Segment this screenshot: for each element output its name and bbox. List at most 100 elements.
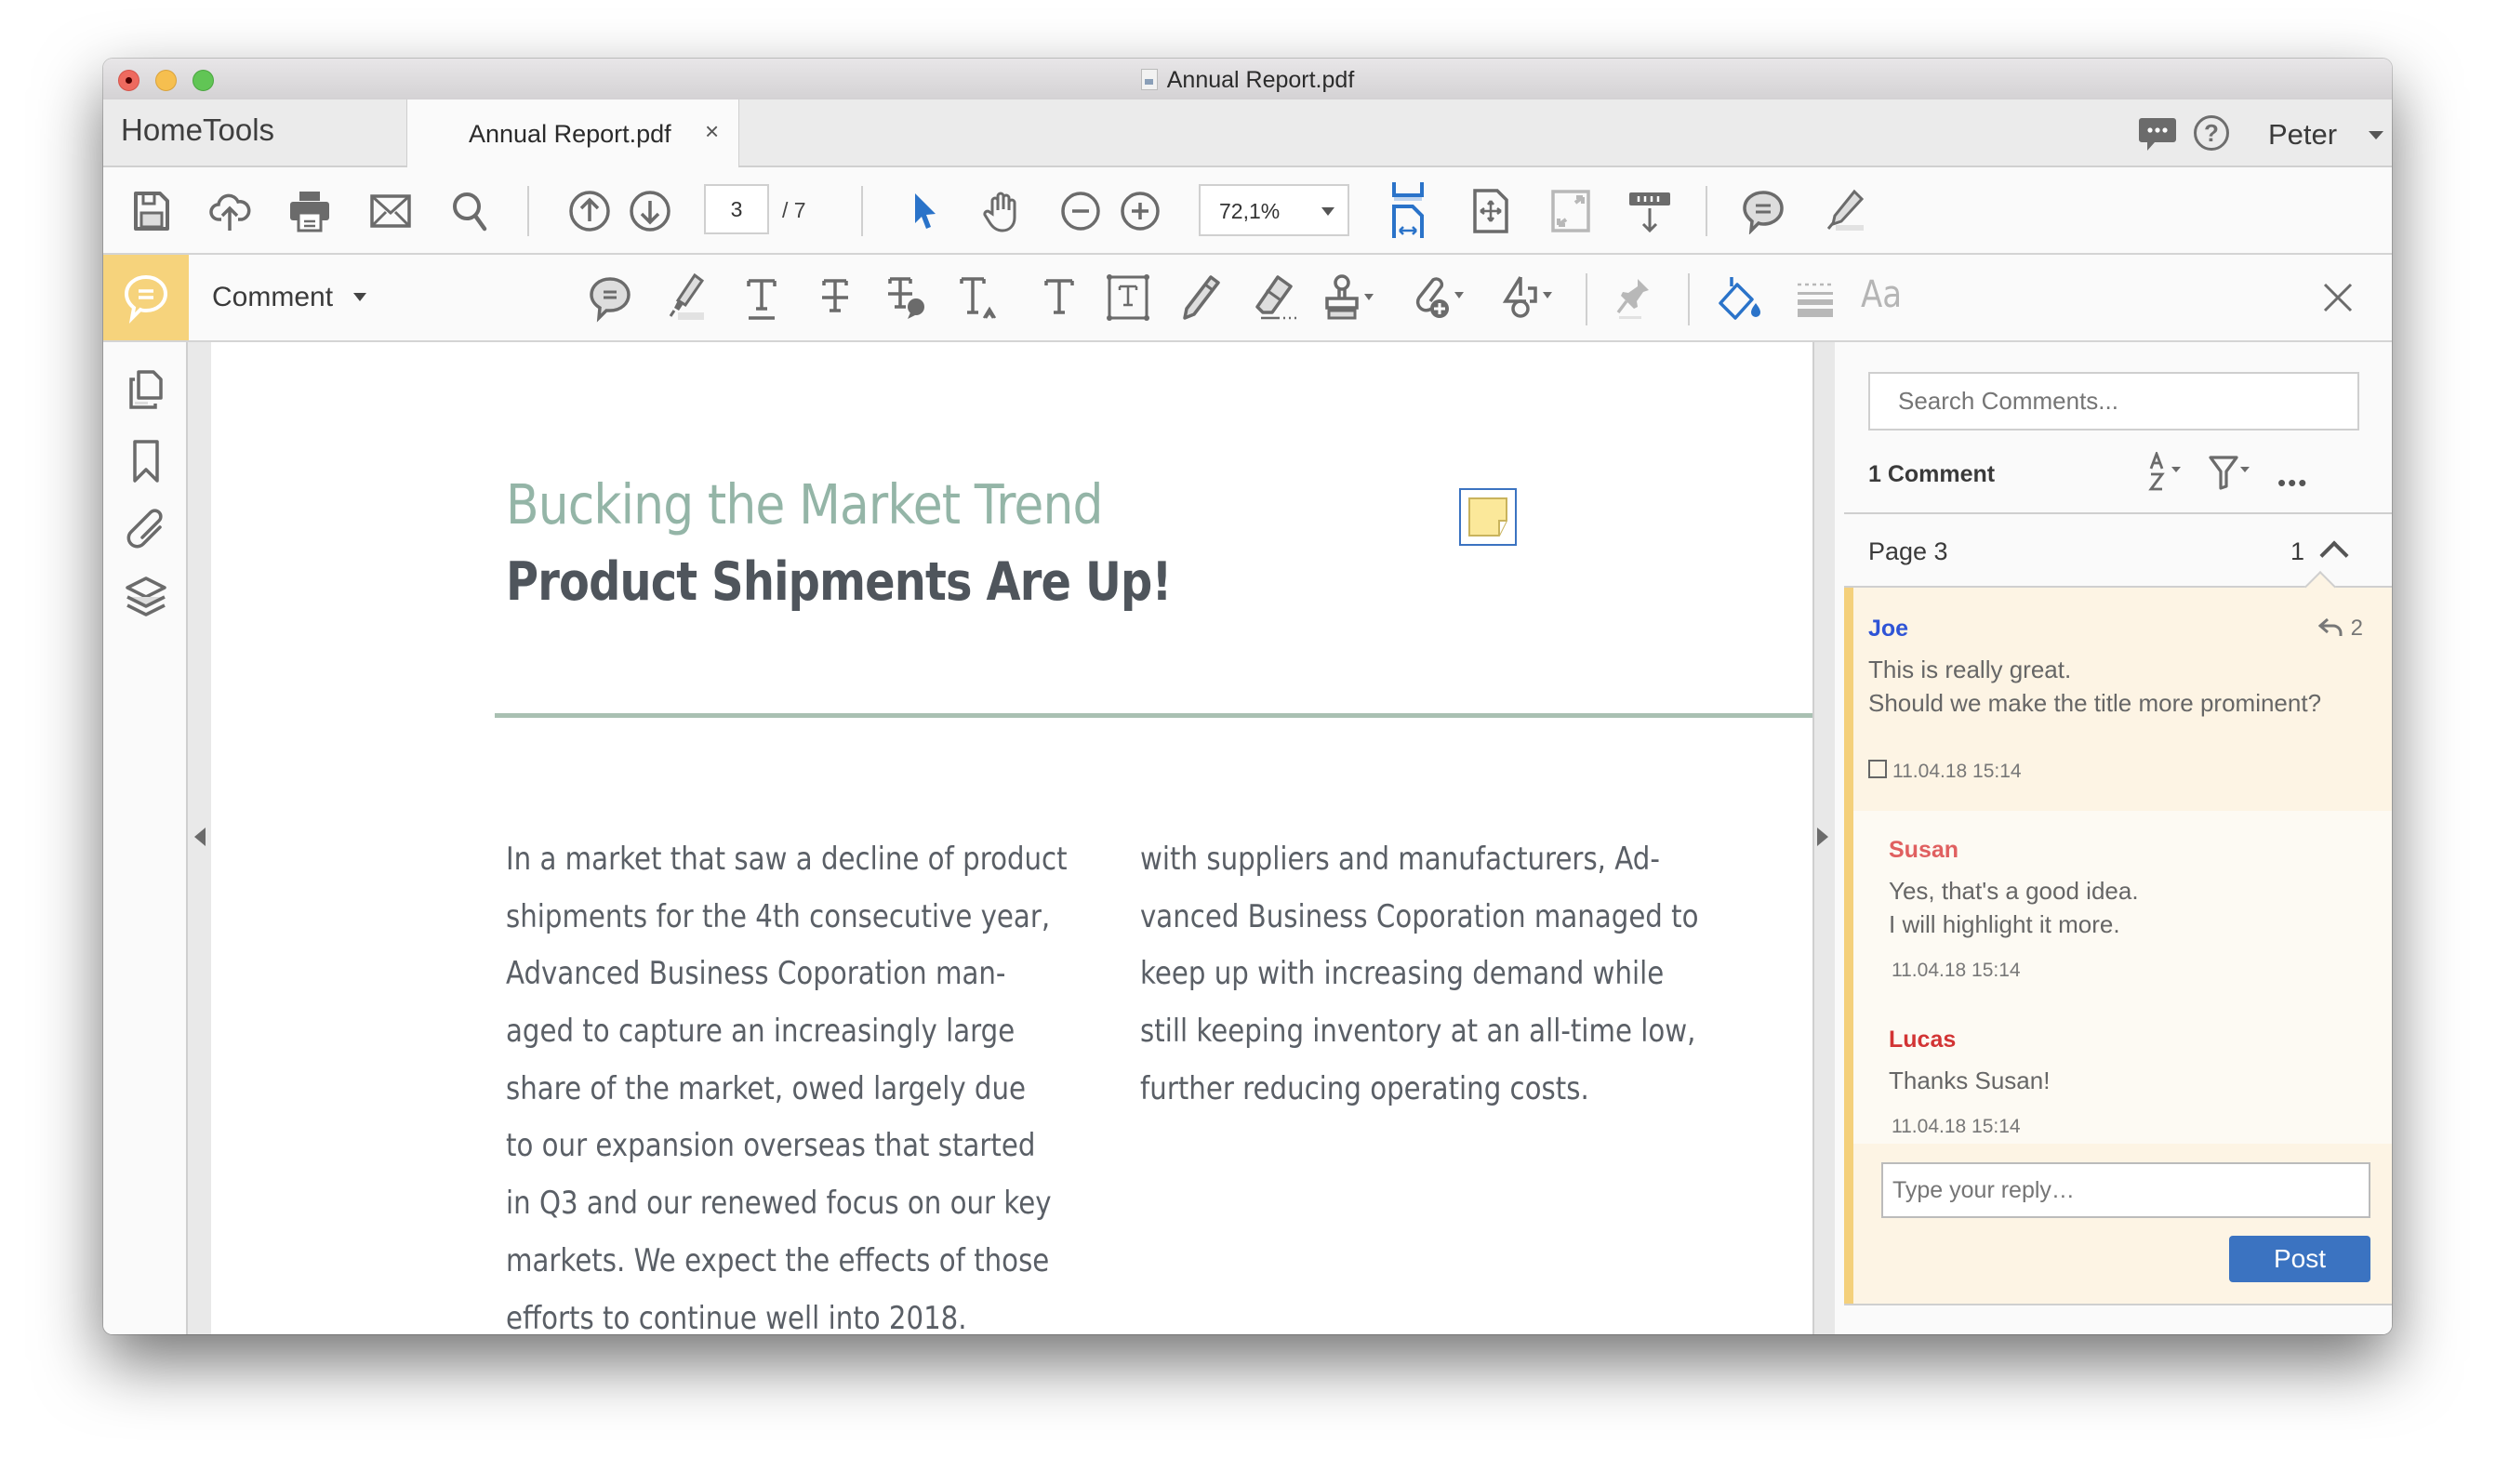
pencil-icon[interactable]	[1175, 272, 1228, 324]
comment-thread[interactable]: Joe 2 This is really great. Should we ma…	[1844, 571, 2392, 1305]
reply-line: I will highlight it more.	[1889, 910, 2120, 938]
chevron-up-icon[interactable]	[2319, 540, 2349, 570]
body-line: to our expansion overseas that started	[506, 1127, 1036, 1165]
tab-home[interactable]: Home	[121, 113, 203, 148]
email-icon[interactable]	[367, 188, 414, 234]
upload-cloud-icon[interactable]	[206, 188, 253, 234]
navigation-pane	[103, 342, 188, 1334]
comment-tool-badge[interactable]	[103, 255, 189, 340]
reply-count[interactable]: 2	[2318, 616, 2363, 642]
page-number-input[interactable]	[704, 184, 769, 234]
sticky-note-annotation-icon	[1468, 497, 1507, 537]
shapes-icon[interactable]	[1498, 272, 1563, 324]
panel-divider	[1844, 512, 2392, 514]
comment-icon[interactable]	[1740, 188, 1786, 234]
pin-icon[interactable]	[1610, 272, 1662, 324]
search-icon[interactable]	[447, 188, 494, 234]
close-tab-button[interactable]: ×	[705, 117, 719, 146]
heading-rule	[495, 713, 1890, 718]
pages-icon[interactable]	[124, 368, 168, 413]
page-total: / 7	[782, 198, 806, 222]
main-toolbar: / 7 72,1%	[103, 167, 2392, 255]
highlight-icon[interactable]	[659, 272, 711, 324]
scroll-mode-icon[interactable]	[1626, 188, 1673, 234]
comment-tool-label[interactable]: Comment	[212, 282, 333, 313]
layers-icon[interactable]	[124, 575, 168, 619]
document-heading: Bucking the Market Trend	[506, 472, 1103, 537]
line-style-icon[interactable]	[1790, 272, 1842, 324]
content-area: Bucking the Market Trend Product Shipmen…	[103, 342, 2392, 1334]
zoom-out-icon[interactable]	[1057, 188, 1104, 234]
reply-body: Thanks Susan!	[1889, 1064, 2050, 1097]
sort-az-icon[interactable]	[2147, 452, 2188, 491]
replace-text-icon[interactable]	[881, 272, 933, 324]
search-comments-input[interactable]	[1868, 372, 2359, 431]
reply-input[interactable]	[1881, 1162, 2370, 1218]
window-title: Annual Report.pdf	[103, 67, 2392, 94]
page-up-icon[interactable]	[566, 188, 613, 234]
font-icon[interactable]: Aa	[1861, 273, 1905, 325]
body-line: aged to capture an increasingly large	[506, 1013, 1016, 1051]
underline-text-icon[interactable]	[736, 272, 788, 324]
stamp-icon[interactable]	[1321, 272, 1387, 324]
comment-line: Should we make the title more prominent?	[1868, 689, 2322, 717]
print-icon[interactable]	[286, 188, 333, 234]
body-line: further reducing operating costs.	[1140, 1069, 1589, 1107]
body-line: Advanced Business Coporation man-	[506, 955, 1006, 993]
bookmark-icon[interactable]	[124, 439, 168, 484]
comment-bubble-icon	[124, 274, 168, 324]
pdf-document-icon	[1140, 69, 1158, 90]
user-menu[interactable]: Peter	[2268, 118, 2337, 152]
full-screen-icon[interactable]	[1547, 188, 1594, 234]
replies-list: Susan Yes, that's a good idea. I will hi…	[1853, 811, 2392, 1144]
eraser-icon[interactable]	[1250, 272, 1302, 324]
collapse-right-pane-icon[interactable]	[1817, 828, 1828, 846]
toolbar-separator	[1586, 273, 1587, 325]
comments-panel: 1 Comment ••• Page 3 1 Joe 2 T	[1835, 342, 2392, 1334]
text-box-icon[interactable]	[1102, 272, 1154, 324]
page-down-icon[interactable]	[627, 188, 673, 234]
more-options-icon[interactable]: •••	[2277, 469, 2308, 497]
toolbar-separator	[527, 186, 529, 236]
zoom-in-icon[interactable]	[1117, 188, 1163, 234]
fit-width-icon[interactable]	[1385, 180, 1431, 240]
hand-icon[interactable]	[979, 188, 1026, 234]
strikethrough-icon[interactable]	[809, 272, 861, 324]
document-subheading: Product Shipments Are Up!	[506, 551, 1172, 613]
attach-file-icon[interactable]	[1410, 272, 1475, 324]
sticky-note-icon[interactable]	[584, 272, 636, 324]
collapse-left-pane-icon[interactable]	[194, 828, 206, 846]
add-text-icon[interactable]	[1033, 272, 1085, 324]
comment-status-checkbox[interactable]	[1868, 760, 1887, 778]
page-group-label[interactable]: Page 3	[1868, 537, 1948, 566]
page-group-count: 1	[2290, 537, 2305, 565]
document-tab-label: Annual Report.pdf	[469, 120, 671, 148]
tab-tools[interactable]: Tools	[203, 113, 274, 148]
sticky-note-annotation[interactable]	[1459, 488, 1517, 546]
fit-page-icon[interactable]	[1467, 188, 1514, 234]
sign-icon[interactable]	[1821, 188, 1867, 234]
body-line: efforts to continue well into 2018.	[506, 1299, 967, 1335]
body-line: shipments for the 4th consecutive year,	[506, 897, 1051, 935]
select-arrow-icon[interactable]	[902, 188, 949, 234]
chat-bubble-dots-icon[interactable]	[2138, 116, 2177, 153]
reply-body: Yes, that's a good idea. I will highligh…	[1889, 874, 2139, 941]
reply-author: Lucas	[1889, 1027, 1957, 1053]
save-icon[interactable]	[128, 188, 175, 234]
close-comment-tool-icon[interactable]	[2319, 279, 2357, 316]
user-menu-caret-icon[interactable]	[2369, 131, 2383, 139]
zoom-level-select[interactable]: 72,1%	[1199, 184, 1349, 236]
filter-icon[interactable]	[2208, 455, 2256, 490]
body-line: In a market that saw a decline of produc…	[506, 841, 1068, 878]
body-column-2: with suppliers and manufacturers, Ad- va…	[1140, 831, 1699, 1118]
post-button[interactable]: Post	[2229, 1236, 2370, 1282]
insert-text-icon[interactable]	[954, 272, 1006, 324]
reply-date: 11.04.18 15:14	[1892, 1116, 2021, 1137]
comment-menu-caret-icon[interactable]	[353, 293, 366, 301]
tab-document[interactable]: Annual Report.pdf ×	[406, 99, 739, 167]
attachment-icon[interactable]	[124, 504, 168, 549]
comment-toolbar: Comment Aa	[103, 255, 2392, 342]
zoom-level-value: 72,1%	[1219, 199, 1281, 223]
fill-color-icon[interactable]	[1715, 272, 1767, 324]
help-icon[interactable]: ?	[2194, 115, 2229, 151]
